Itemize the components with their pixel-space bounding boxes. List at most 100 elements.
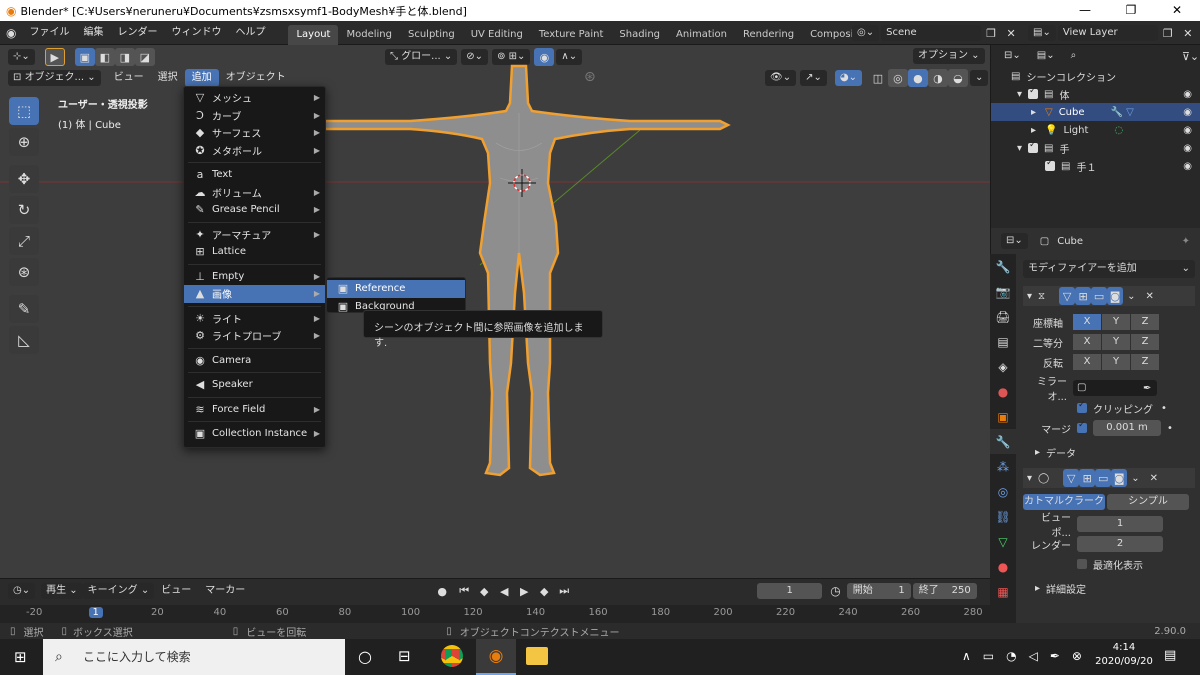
keying-dropdown[interactable]: キーイング ⌄ — [82, 583, 155, 599]
pen-icon[interactable]: ✒ — [1050, 649, 1060, 663]
rotate-tool-icon[interactable]: ↻ — [9, 196, 39, 224]
jump-start-icon[interactable]: ⏮ — [454, 582, 474, 600]
solid-shading-icon[interactable]: ● — [907, 69, 928, 87]
sync-icon[interactable]: ⊗ — [1072, 649, 1082, 663]
tool-tab-icon[interactable]: 🔧 — [990, 254, 1016, 279]
file-explorer-icon[interactable] — [526, 647, 548, 665]
visibility-checkbox[interactable] — [1028, 140, 1039, 153]
select-subtract-icon[interactable]: ◨ — [114, 48, 135, 66]
workspace-tab[interactable]: Rendering — [735, 25, 802, 45]
menu-item[interactable]: ⊥ Empty ▶ — [184, 268, 325, 286]
expand-arrow-icon[interactable]: ▸ — [1031, 125, 1039, 136]
view-layer-tab-icon[interactable]: ▤ — [990, 329, 1016, 354]
visibility-checkbox[interactable] — [1045, 158, 1055, 171]
bisect-z-toggle[interactable]: Z — [1131, 334, 1159, 350]
expand-arrow-icon[interactable]: ▸ — [1031, 107, 1039, 118]
viewport-menu-item[interactable]: オブジェクト — [219, 69, 293, 87]
annotate-tool-icon[interactable]: ✎ — [9, 295, 39, 323]
viewport-menu-item[interactable]: ビュー — [107, 69, 151, 87]
options-dropdown[interactable]: オプション ⌄ — [913, 48, 985, 64]
new-scene-icon[interactable]: ❐ — [981, 24, 1001, 42]
volume-icon[interactable]: ◁ — [1029, 649, 1038, 663]
bisect-y-toggle[interactable]: Y — [1102, 334, 1130, 350]
close-button[interactable]: ✕ — [1154, 0, 1200, 21]
delete-view-layer-icon[interactable]: ✕ — [1178, 24, 1198, 42]
visibility-dropdown[interactable]: 👁⌄ — [765, 70, 797, 86]
flip-y-toggle[interactable]: Y — [1102, 354, 1130, 370]
material-tab-icon[interactable]: ● — [990, 554, 1016, 579]
blender-taskbar-icon[interactable]: ◉ — [476, 639, 516, 675]
viewport-menu-item[interactable]: 選択 — [151, 69, 185, 87]
outliner-editor-icon[interactable]: ⊟⌄ — [999, 48, 1026, 64]
subsurf-cage-toggle-icon[interactable]: ⊞ — [1079, 469, 1096, 487]
subsurf-render-toggle-icon[interactable]: ◙ — [1111, 469, 1128, 487]
menu-item[interactable]: ▣ Collection Instance ▶ — [184, 425, 325, 443]
measure-tool-icon[interactable]: ◺ — [9, 326, 39, 354]
constraints-tab-icon[interactable]: ⛓ — [990, 504, 1016, 529]
simple-tab[interactable]: シンプル — [1107, 494, 1189, 510]
workspace-tab[interactable]: UV Editing — [463, 25, 531, 45]
mode-dropdown[interactable]: ⊡ オブジェク... ⌄ — [8, 70, 101, 86]
subsurf-menu-icon[interactable]: ⌄ — [1131, 473, 1139, 484]
menu-item[interactable]: ✪ メタボール ▶ — [184, 142, 325, 160]
play-reverse-icon[interactable]: ◀ — [494, 582, 514, 600]
data-tab-icon[interactable]: ▽ — [990, 529, 1016, 554]
wireframe-shading-icon[interactable]: ◎ — [887, 69, 908, 87]
flip-z-toggle[interactable]: Z — [1131, 354, 1159, 370]
menu-item[interactable]: ☁ ボリューム ▶ — [184, 184, 325, 202]
play-icon[interactable]: ▶ — [514, 582, 534, 600]
properties-editor-icon[interactable]: ⊟⌄ — [1001, 233, 1028, 249]
maximize-button[interactable]: ❐ — [1108, 0, 1154, 21]
levels-viewport-field[interactable]: 1 — [1077, 516, 1163, 532]
data-panel-row[interactable]: ▸ データ — [1023, 442, 1195, 462]
output-tab-icon[interactable]: 🖨 — [990, 304, 1016, 329]
blender-menu-icon[interactable]: ◉ — [0, 26, 22, 40]
scene-tab-icon[interactable]: ◈ — [990, 354, 1016, 379]
timeline-editor-icon[interactable]: ◷⌄ — [8, 583, 36, 599]
expand-arrow-icon[interactable]: ▾ — [1017, 89, 1022, 100]
render-tab-icon[interactable]: 📷 — [990, 279, 1016, 304]
select-invert-icon[interactable]: ◪ — [134, 48, 155, 66]
subsurf-edit-toggle-icon[interactable]: ▽ — [1063, 469, 1080, 487]
render-toggle-icon[interactable]: ◙ — [1107, 287, 1124, 305]
current-frame-field[interactable]: 1 — [757, 583, 823, 599]
viewport-menu-item[interactable]: 追加 — [184, 69, 219, 87]
menu-item[interactable]: ▽ メッシュ ▶ — [184, 89, 325, 107]
axis-z-toggle[interactable]: Z — [1131, 314, 1159, 330]
menu-item[interactable]: ◆ サーフェス ▶ — [184, 124, 325, 142]
levels-render-field[interactable]: 2 — [1077, 536, 1163, 552]
timeline-marker-menu[interactable]: マーカー — [198, 579, 252, 603]
record-icon[interactable]: ● — [432, 582, 452, 600]
merge-distance-field[interactable]: 0.001 m — [1093, 420, 1161, 436]
axis-y-toggle[interactable]: Y — [1102, 314, 1130, 330]
add-modifier-dropdown[interactable]: モディファイアーを追加 ⌄ — [1023, 260, 1195, 278]
expand-arrow-icon[interactable]: ▾ — [1017, 143, 1022, 154]
notification-icon[interactable]: ▤ — [1164, 648, 1176, 663]
outliner-row[interactable]: ▸ 💡 Light ◌ ◉ — [991, 121, 1200, 139]
catmull-clark-tab[interactable]: カトマルクラーク — [1023, 494, 1105, 510]
viewport-toggle-icon[interactable]: ▭ — [1091, 287, 1108, 305]
windows-start-icon[interactable]: ⊞ — [14, 648, 27, 666]
workspace-tab[interactable]: Layout — [288, 24, 339, 45]
eye-icon[interactable]: ◉ — [1183, 107, 1192, 118]
view-layer-selector[interactable]: ▤⌄ View Layer ❐ ✕ — [1028, 24, 1198, 42]
menu-item[interactable]: ≋ Force Field ▶ — [184, 401, 325, 419]
overlay-dropdown[interactable]: ◕⌄ — [834, 70, 862, 86]
menu-item[interactable]: ◉ Camera — [184, 352, 325, 370]
menu-item-reference[interactable]: ▣ Reference — [327, 280, 465, 298]
subsurf-viewport-toggle-icon[interactable]: ▭ — [1095, 469, 1112, 487]
remove-modifier-icon[interactable]: ✕ — [1145, 291, 1153, 302]
new-view-layer-icon[interactable]: ❐ — [1158, 24, 1178, 42]
battery-icon[interactable]: ▭ — [983, 649, 994, 663]
next-keyframe-icon[interactable]: ◆ — [534, 582, 554, 600]
advanced-panel-row[interactable]: ▸ 詳細設定 — [1023, 578, 1195, 598]
tray-expand-icon[interactable]: ∧ — [962, 649, 971, 663]
texture-tab-icon[interactable]: ▦ — [990, 579, 1016, 604]
menu-item[interactable]: ☀ ライト ▶ — [184, 310, 325, 328]
playback-dropdown[interactable]: 再生 ⌄ — [41, 583, 83, 599]
flip-x-toggle[interactable]: X — [1073, 354, 1101, 370]
clock[interactable]: 4:14 2020/09/20 — [1094, 642, 1154, 667]
delete-scene-icon[interactable]: ✕ — [1001, 24, 1021, 42]
workspace-tab[interactable]: Texture Paint — [531, 25, 612, 45]
move-tool-icon[interactable]: ✥ — [9, 165, 39, 193]
